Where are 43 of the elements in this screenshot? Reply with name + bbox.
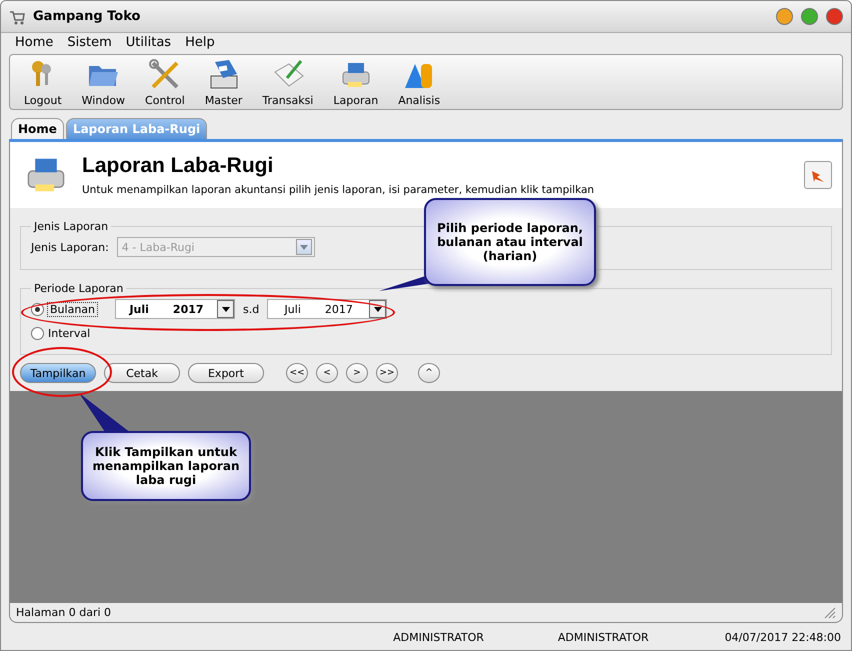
toolbar-button[interactable]: Window (72, 57, 136, 107)
status-text: 04/07/2017 22:48:00 (724, 631, 841, 644)
toolbar-button[interactable]: Laporan (323, 57, 388, 107)
window-title: Gampang Toko (33, 9, 142, 24)
page-nav-button[interactable]: > (346, 363, 368, 383)
group-title: Jenis Laporan (32, 220, 110, 233)
callout: Klik Tampilkan untuk menampilkan laporan laba rugi (81, 431, 251, 501)
toolbar-button[interactable]: Control (135, 57, 195, 107)
page-nav-button[interactable]: << (286, 363, 308, 383)
menu-item[interactable]: Home (15, 35, 54, 50)
page-status: Halaman 0 dari 0 (16, 606, 112, 619)
field-label: Jenis Laporan: (31, 240, 109, 254)
menu-item[interactable]: Utilitas (126, 35, 172, 50)
page-nav-button[interactable]: < (316, 363, 338, 383)
radio-option[interactable]: Bulanan (31, 302, 97, 316)
month-picker[interactable]: Juli 2017 (115, 299, 235, 319)
callout: Pilih periode laporan, bulanan atau interval (harian) (424, 198, 596, 286)
toolbar-button[interactable]: Transaksi (252, 57, 324, 107)
range-separator: s.d (243, 302, 260, 316)
status-text: ADMINISTRATOR (393, 631, 484, 644)
resize-grip-icon (824, 606, 836, 618)
status-text: ADMINISTRATOR (558, 631, 649, 644)
tab[interactable]: Home (11, 118, 64, 139)
menu-item[interactable]: Help (185, 35, 215, 50)
close-button[interactable] (826, 8, 843, 25)
action-button[interactable]: Export (188, 363, 264, 383)
toolbar-button[interactable]: Logout (14, 57, 72, 107)
page-subtitle: Untuk menampilkan laporan akuntansi pilih jenis laporan, isi parameter, kemudian klik tampilkan (82, 184, 596, 196)
month-picker[interactable]: Juli 2017 (267, 299, 388, 319)
menu-item[interactable]: Sistem (67, 35, 112, 50)
maximize-button[interactable] (801, 8, 818, 25)
toolbar-button[interactable]: Master (194, 57, 252, 107)
group-title: Periode Laporan (33, 282, 124, 295)
toolbar-button[interactable]: Analisis (388, 57, 450, 107)
exit-button[interactable] (804, 161, 832, 189)
action-button[interactable]: Cetak (104, 363, 180, 383)
cart-icon (9, 8, 25, 24)
action-button[interactable]: Tampilkan (20, 363, 96, 383)
page-title: Laporan Laba-Rugi (82, 154, 274, 178)
radio-option[interactable]: Interval (31, 327, 90, 340)
page-nav-button[interactable]: ^ (418, 363, 440, 383)
page-nav-button[interactable]: >> (376, 363, 398, 383)
minimize-button[interactable] (776, 8, 793, 25)
